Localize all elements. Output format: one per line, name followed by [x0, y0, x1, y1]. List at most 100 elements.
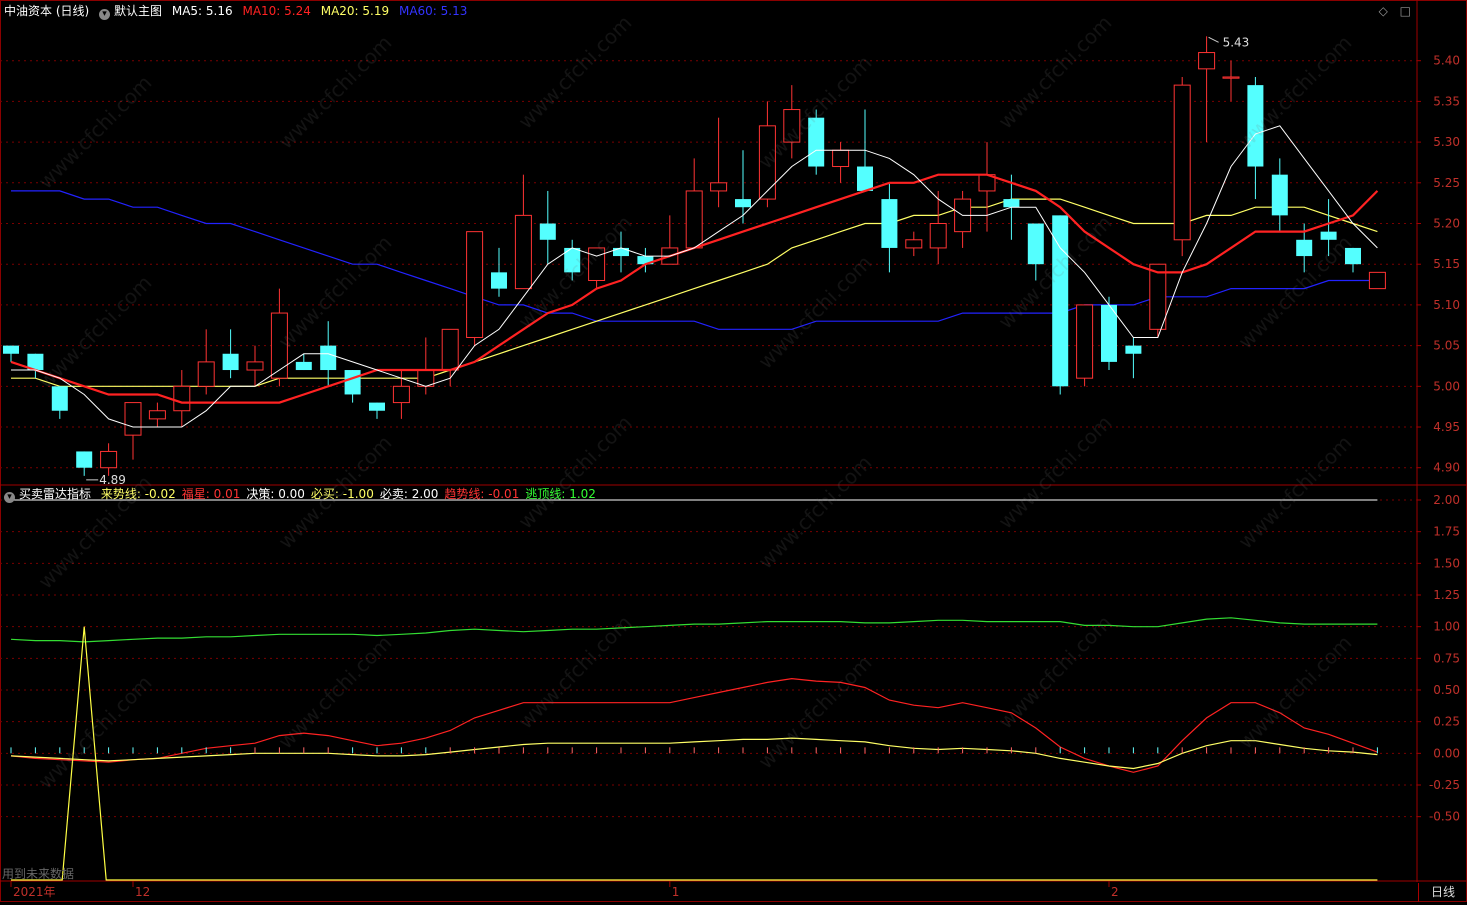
candle-body-up — [832, 149, 850, 168]
candle-body-down — [808, 117, 825, 167]
lucky-line — [10, 677, 1378, 773]
time-label: 12 — [135, 885, 150, 899]
indicator-tick-label: 0.50 — [1433, 683, 1460, 697]
candle-body-down — [344, 370, 361, 395]
indicator-tick-label: 2.00 — [1433, 493, 1460, 507]
candle-body-up — [1076, 304, 1094, 379]
candle-body-up — [173, 385, 191, 412]
ma10-label: MA10: 5.24 — [242, 4, 311, 18]
chart-toolbar: ◇ □ — [1371, 4, 1411, 18]
candle-body-up — [246, 361, 264, 371]
candle-body-down — [1320, 231, 1337, 240]
candle-body-down — [735, 199, 751, 208]
window-border — [0, 0, 1467, 902]
indicator-tick-label: 1.75 — [1433, 525, 1460, 539]
low-annotation: 4.89 — [99, 473, 126, 487]
candle-body-down — [539, 223, 556, 240]
indicator-tick-label: 1.25 — [1433, 588, 1460, 602]
indicator-name[interactable]: 买卖雷达指标 — [19, 487, 91, 501]
price-tick-label: 4.95 — [1433, 420, 1460, 434]
candle-body-up — [588, 247, 606, 281]
candle-body-up — [441, 328, 459, 371]
candle-body-up — [783, 109, 801, 143]
candle-body-up — [685, 190, 703, 249]
candle-body-up — [124, 402, 142, 436]
ma20-label: MA20: 5.19 — [320, 4, 390, 18]
high-annotation: 5.43 — [1223, 35, 1250, 49]
indicator-tick-label: 1.00 — [1433, 620, 1460, 634]
candle-body-down — [1296, 239, 1313, 257]
indicator-header: ▾ 买卖雷达指标 来势线: -0.02 福星: 0.01 决策: 0.00 必买: -1… — [4, 486, 608, 503]
square-icon[interactable]: □ — [1400, 4, 1411, 18]
escape-top-line — [10, 617, 1378, 643]
candle-body-up — [758, 125, 776, 200]
candle-body-up — [1149, 263, 1167, 330]
price-tick-label: 5.20 — [1433, 217, 1460, 231]
candle-body-down — [1271, 174, 1288, 216]
candle-body-up — [929, 223, 947, 249]
indicator-value-6: 逃顶线: 1.02 — [525, 487, 596, 501]
price-tick-label: 5.00 — [1433, 379, 1460, 393]
price-tick-label: 5.05 — [1433, 339, 1460, 353]
candle-body-up — [100, 450, 118, 469]
stock-title[interactable]: 中油资本 (日线) — [4, 4, 89, 18]
price-tick-label: 5.35 — [1433, 94, 1460, 108]
price-tick-label: 5.25 — [1433, 176, 1460, 190]
indicator-tick-label: 1.50 — [1433, 556, 1460, 570]
indicator-value-4: 必卖: 2.00 — [379, 487, 439, 501]
candle-body-up — [197, 361, 215, 387]
indicator-tick-label: -0.50 — [1429, 810, 1460, 824]
diamond-icon[interactable]: ◇ — [1379, 4, 1388, 18]
indicator-value-1: 福星: 0.01 — [181, 487, 241, 501]
candle-body-up — [1368, 271, 1386, 290]
candle-body-down — [295, 361, 312, 371]
candle-body-down — [857, 166, 873, 191]
candle-body-up — [466, 231, 484, 338]
chart-canvas[interactable]: 5.40 5.35 5.30 5.25 5.20 5.15 5.10 5.05 5.00 4.95… — [0, 0, 1467, 902]
indicator-value-2: 决策: 0.00 — [246, 487, 305, 501]
candle-body-up — [270, 312, 288, 379]
candle-body-up — [148, 410, 166, 420]
period-button[interactable]: 日线 — [1418, 883, 1467, 902]
indicator-value-0: 来势线: -0.02 — [100, 487, 176, 501]
indicator-tick-label: 0.00 — [1433, 746, 1460, 760]
ma5-label: MA5: 5.16 — [171, 4, 233, 18]
candle-body-down — [1052, 215, 1069, 387]
price-tick-label: 5.30 — [1433, 135, 1460, 149]
stock-chart-window: 5.40 5.35 5.30 5.25 5.20 5.15 5.10 5.05 5.00 4.95… — [0, 0, 1467, 902]
candle-body-down — [76, 451, 93, 468]
time-label: 1 — [672, 885, 680, 899]
future-data-note: 用到未来数据 — [2, 867, 75, 881]
candle-body-down — [1247, 85, 1264, 167]
candle-body-up — [905, 239, 923, 249]
indicator-tick-label: -0.25 — [1429, 778, 1460, 792]
dropdown-icon[interactable]: ▾ — [99, 9, 111, 20]
time-label: 2 — [1111, 885, 1119, 899]
time-label: 2021年 — [13, 885, 56, 899]
candle-body-down — [1101, 304, 1117, 362]
candle-body-up — [417, 369, 435, 387]
candle-body-up — [1173, 84, 1191, 241]
candle-body-up — [710, 182, 728, 192]
indicator-value-3: 必买: -1.00 — [310, 487, 374, 501]
candle-body-down — [222, 353, 239, 371]
price-tick-label: 4.90 — [1433, 461, 1460, 475]
candle-body-down — [1003, 199, 1020, 208]
price-tick-label: 5.40 — [1433, 54, 1460, 68]
candle-body-down — [51, 386, 68, 411]
candle-body-up — [1198, 52, 1216, 70]
candle-body-down — [3, 345, 19, 354]
dropdown-icon[interactable]: ▾ — [4, 492, 15, 503]
high-annotation-arrow — [1208, 36, 1219, 43]
price-tick-label: 5.15 — [1433, 257, 1460, 271]
candle-body-down — [320, 345, 337, 371]
candle-body-down — [1125, 345, 1142, 354]
indicator-value-5: 趋势线: -0.01 — [444, 487, 520, 501]
candle-body-down — [613, 247, 629, 257]
ma60-label: MA60: 5.13 — [398, 4, 468, 18]
indicator-tick-label: 0.75 — [1433, 651, 1460, 665]
candle-body-down — [1027, 223, 1044, 265]
candle-body-up — [1222, 76, 1240, 79]
candle-body-down — [491, 272, 507, 289]
template-name[interactable]: 默认主图 — [114, 4, 162, 18]
